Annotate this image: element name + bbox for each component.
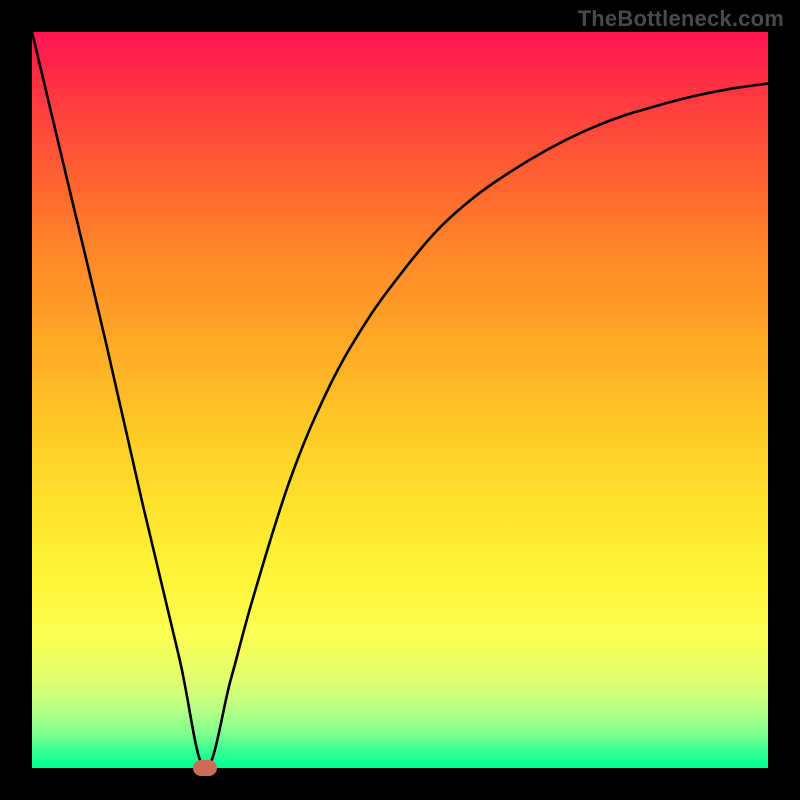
attribution-text: TheBottleneck.com (578, 6, 784, 32)
plot-area (32, 32, 768, 768)
chart-frame: TheBottleneck.com (0, 0, 800, 800)
optimal-point-marker (193, 760, 217, 776)
bottleneck-curve (32, 32, 768, 768)
